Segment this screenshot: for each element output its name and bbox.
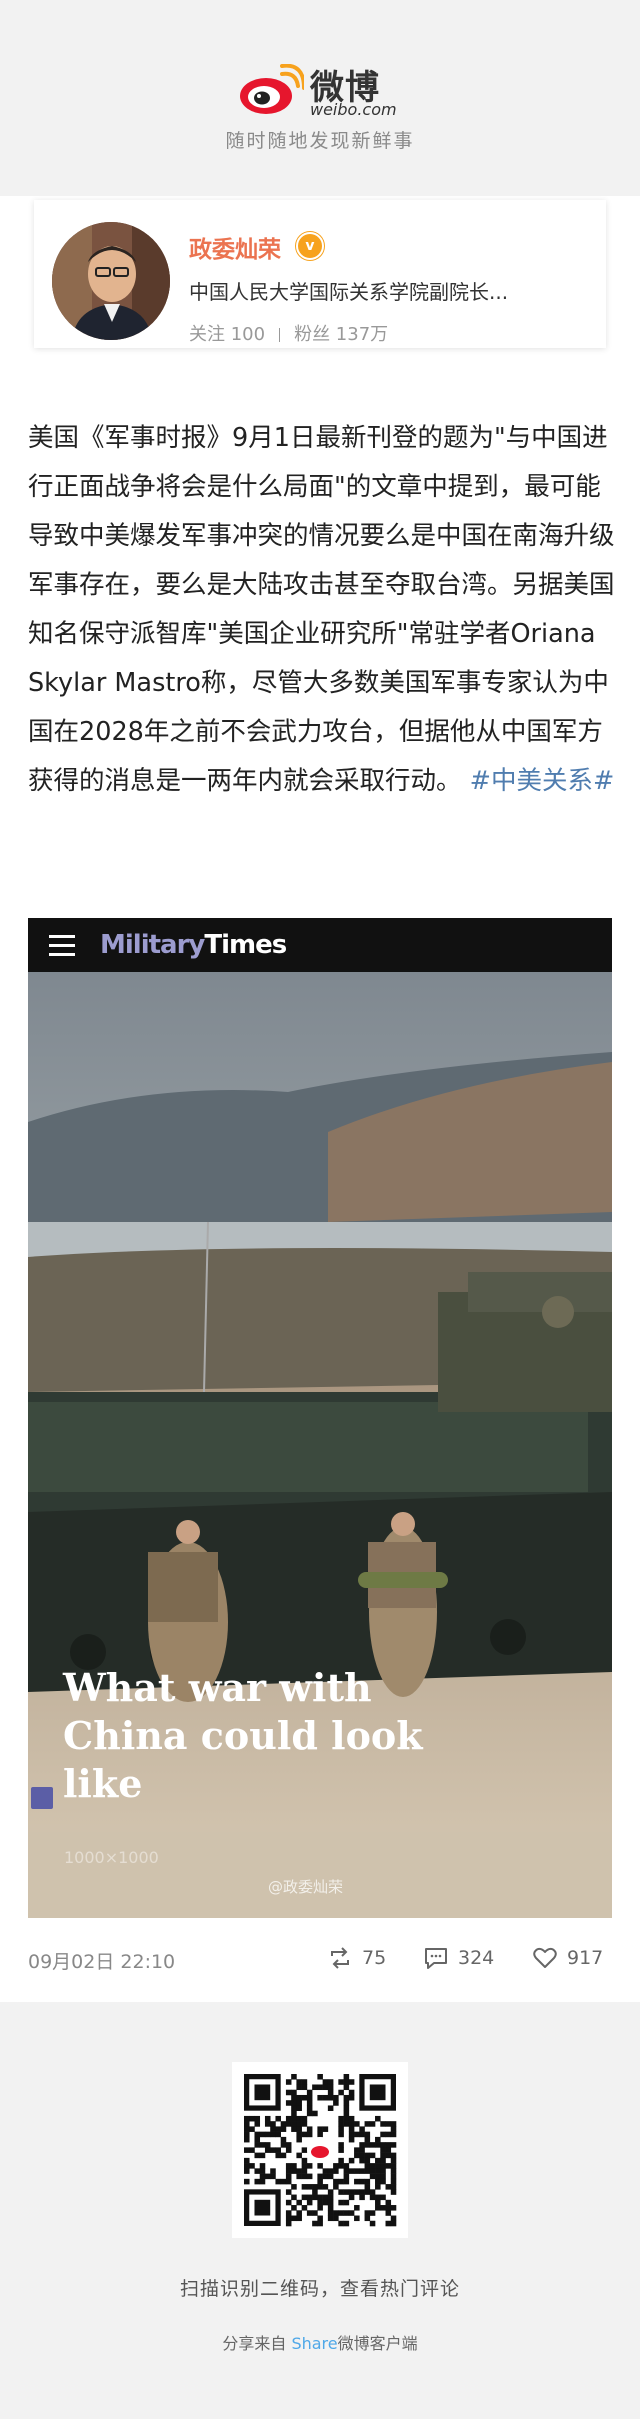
weibo-eye-logo-icon <box>311 2146 329 2158</box>
hashtag-link[interactable]: #中美关系# <box>470 766 615 796</box>
share-app-link[interactable]: Share <box>291 2334 337 2353</box>
share-suffix: 微博客户端 <box>337 2334 418 2353</box>
comment-count: 324 <box>458 1947 495 1969</box>
post-image[interactable]: MilitaryTimes What war with China could … <box>28 918 612 1918</box>
qr-code-image <box>244 2074 397 2227</box>
heart-icon <box>533 1947 557 1968</box>
weibo-eye-logo-icon <box>240 64 304 114</box>
like-count: 917 <box>567 1947 604 1969</box>
verified-badge-icon: v <box>296 232 324 260</box>
military-times-header: MilitaryTimes <box>28 918 612 972</box>
stats-divider <box>279 328 281 342</box>
military-times-logo: MilitaryTimes <box>100 930 287 960</box>
page-header: 微博 weibo.com 随时随地发现新鲜事 <box>0 0 640 190</box>
post-text: 美国《军事时报》9月1日最新刊登的题为"与中国进行正面战争将会是什么局面"的文章… <box>28 423 615 796</box>
share-source: 分享来自 Share微博客户端 <box>0 2330 640 2354</box>
logo-domain: weibo.com <box>310 100 397 119</box>
post-meta: 09月02日 22:10 75 324 917 <box>28 1941 612 1981</box>
comment-icon <box>425 1948 447 1969</box>
profile-name[interactable]: 政委灿荣 <box>189 230 281 264</box>
share-prefix: 分享来自 <box>222 2334 287 2353</box>
profile-card[interactable]: 政委灿荣 v 中国人民大学国际关系学院副院长... 关注 100 粉丝 137万 <box>34 200 606 348</box>
avatar-image <box>52 222 170 340</box>
like-button[interactable]: 917 <box>533 1943 603 1973</box>
article-headline: What war with China could look like <box>63 1665 423 1806</box>
weibo-logo[interactable]: 微博 weibo.com <box>238 60 408 120</box>
post-card: 政委灿荣 v 中国人民大学国际关系学院副院长... 关注 100 粉丝 137万 … <box>0 196 640 2002</box>
post-body: 美国《军事时报》9月1日最新刊登的题为"与中国进行正面战争将会是什么局面"的文章… <box>28 414 616 806</box>
media-corner-icon <box>31 1787 53 1809</box>
comment-button[interactable]: 324 <box>424 1943 494 1973</box>
qr-code[interactable] <box>232 2062 408 2238</box>
profile-title: 中国人民大学国际关系学院副院长... <box>189 280 509 304</box>
scan-instruction: 扫描识别二维码，查看热门评论 <box>179 2278 460 2300</box>
image-watermark: @政委灿荣 <box>268 1878 344 1896</box>
repost-count: 75 <box>362 1947 387 1969</box>
tagline: 随时随地发现新鲜事 <box>225 130 415 152</box>
repost-button[interactable]: 75 <box>328 1943 386 1973</box>
post-date: 09月02日 22:10 <box>28 1951 176 1973</box>
profile-stats: 关注 100 粉丝 137万 <box>189 320 388 346</box>
repost-icon <box>331 1947 349 1969</box>
hamburger-menu-icon[interactable] <box>49 935 75 956</box>
fans-count[interactable]: 粉丝 137万 <box>294 324 388 345</box>
avatar[interactable] <box>52 222 170 340</box>
image-credit: 1000×1000 <box>64 1848 159 1867</box>
follow-count[interactable]: 关注 100 <box>189 324 265 345</box>
